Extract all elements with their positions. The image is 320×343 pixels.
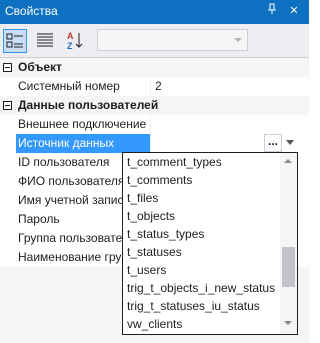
category-object[interactable]: Объект (0, 58, 309, 77)
close-icon[interactable]: ✕ (286, 3, 302, 19)
dropdown-arrow-icon[interactable] (286, 140, 294, 145)
scrollbar-thumb[interactable] (282, 247, 295, 287)
category-label: Объект (18, 60, 62, 74)
collapse-icon[interactable] (3, 63, 12, 72)
property-row-selected[interactable]: Источник данных ... (0, 134, 309, 153)
category-user-data[interactable]: Данные пользователей (0, 96, 309, 115)
property-name: Системный номер (18, 79, 120, 93)
alphabetical-button[interactable] (34, 29, 58, 53)
property-name: Источник данных (18, 136, 115, 150)
property-name: Группа пользователя (18, 231, 122, 245)
list-item[interactable]: t_objects (127, 207, 175, 226)
list-item[interactable]: t_status_types (127, 225, 204, 244)
list-item[interactable]: vw_clients (127, 315, 182, 334)
alphabetical-list-icon (37, 33, 53, 47)
category-label: Данные пользователей (18, 98, 159, 112)
sort-az-button[interactable]: A Z (64, 29, 88, 53)
list-item[interactable]: trig_t_statuses_iu_status (127, 297, 260, 316)
property-name: ФИО пользователя (18, 174, 122, 188)
svg-text:Z: Z (67, 41, 73, 51)
property-name: Пароль (18, 212, 60, 226)
list-item[interactable]: t_users (127, 261, 166, 280)
dropdown-scrollbar[interactable] (280, 153, 297, 334)
scroll-down-icon[interactable] (284, 321, 292, 325)
sort-az-icon: A Z (67, 31, 83, 51)
window-titlebar: Свойства ✕ (0, 0, 309, 24)
ellipsis-button[interactable]: ... (264, 134, 282, 152)
list-item[interactable]: t_comment_types (127, 153, 222, 172)
property-value[interactable]: 2 (155, 79, 162, 93)
list-item[interactable]: trig_t_objects_i_new_status (127, 279, 275, 298)
list-item[interactable]: t_files (127, 189, 158, 208)
list-item[interactable]: t_statuses (127, 243, 182, 262)
property-row[interactable]: Системный номер 2 (0, 77, 309, 96)
window-title: Свойства (5, 4, 58, 18)
object-selector-combo[interactable] (97, 29, 248, 51)
list-item[interactable]: t_comments (127, 171, 192, 190)
svg-text:A: A (67, 31, 74, 41)
categorized-icon (6, 33, 23, 48)
property-name: ID пользователя (18, 155, 110, 169)
categorized-button[interactable] (3, 29, 27, 53)
data-source-dropdown-list: t_comment_types t_comments t_files t_obj… (122, 152, 298, 335)
chevron-down-icon (234, 38, 242, 42)
scroll-up-icon[interactable] (284, 159, 292, 163)
property-row[interactable]: Внешнее подключение (0, 115, 309, 134)
pin-icon[interactable] (264, 3, 280, 19)
property-name: Имя учетной записи (18, 193, 122, 207)
property-name: Наименование группы (18, 250, 122, 264)
property-name: Внешнее подключение (18, 117, 147, 131)
collapse-icon[interactable] (3, 101, 12, 110)
